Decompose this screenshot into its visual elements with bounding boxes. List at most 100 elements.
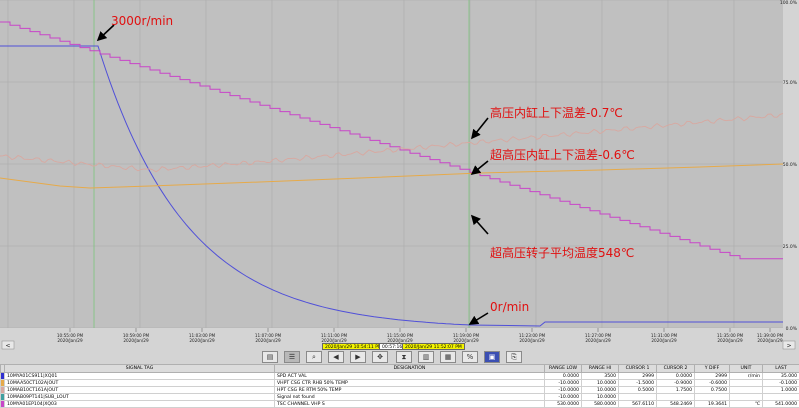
table-row[interactable]: 10MYA01EP104|XQ03TSC CHANNEL VHP S530.00… [1,401,799,408]
cell-last: 1.0000 [763,387,799,394]
cell-hi: 580.0000 [582,401,619,408]
cell-ydiff: 2999 [695,373,730,380]
stop-icon[interactable]: ⧗ [396,351,412,363]
cell-designation: VHPT CSG CTR RHB 50% TEMP [275,380,545,387]
cell-unit [730,387,763,394]
trend-chart: 100.0% 75.0% 50.0% 25.0% 0.0% 3000r/min 高压内缸上下… [0,0,799,350]
cell-ydiff: 0.7500 [695,387,730,394]
trend-viewer: 100.0% 75.0% 50.0% 25.0% 0.0% 3000r/min 高压内缸上下… [0,0,799,404]
signal-table: SIGNAL TAGDESIGNATIONRANGE LOWRANGE HICU… [0,364,799,408]
cell-designation: SPD ACT VAL [275,373,545,380]
cell-c1: -1.5000 [619,380,657,387]
scroll-right-label[interactable]: > [786,343,791,350]
cell-ydiff [695,394,730,401]
cell-designation: HPT CSG RE RTM 50% TEMP [275,387,545,394]
annotation-label-3: 超高压转子平均温度548℃ [490,245,634,260]
cell-low: 0.0000 [545,373,582,380]
column-header[interactable]: SIGNAL TAG [5,365,275,373]
date-tick-label: 2020/Jan/29 [757,338,783,343]
percent-tick-label: 0.0% [786,326,798,332]
cell-low: 530.0000 [545,401,582,408]
cell-designation: Signal not found [275,394,545,401]
zoom-icon[interactable]: ⌕ [306,351,322,363]
cell-low: -10.0000 [545,380,582,387]
table-header: SIGNAL TAGDESIGNATIONRANGE LOWRANGE HICU… [1,365,799,373]
cell-unit [730,380,763,387]
table-row[interactable]: 10MAA50CT102A|OUTVHPT CSG CTR RHB 50% TE… [1,380,799,387]
cell-hi: 3500 [582,373,619,380]
cell-c1: 2999 [619,373,657,380]
annotation-label-4: 0r/min [490,300,529,314]
column-header[interactable]: RANGE HI [582,365,619,373]
date-tick-label: 2020/Jan/29 [123,338,149,343]
cell-low: -10.0000 [545,394,582,401]
date-tick-label: 2020/Jan/29 [255,338,281,343]
cell-last: -0.1000 [763,380,799,387]
save-icon[interactable]: ▣ [484,351,500,363]
cell-c2: 548.2469 [657,401,695,408]
percent-tick-label: 75.0% [783,80,798,86]
cell-unit [730,394,763,401]
play-forward-icon[interactable]: ▶ [350,351,366,363]
cell-hi: 10.0000 [582,380,619,387]
list-icon[interactable]: ☰ [284,351,300,363]
cell-c2: 1.7500 [657,387,695,394]
date-tick-label: 2020/Jan/29 [189,338,215,343]
column-header[interactable]: UNIT [730,365,763,373]
date-tick-label: 2020/Jan/29 [717,338,743,343]
cell-ydiff: -0.6000 [695,380,730,387]
date-tick-label: 2020/Jan/29 [585,338,611,343]
table-row[interactable]: 10MAB10CT161A|OUTHPT CSG RE RTM 50% TEMP… [1,387,799,394]
cell-unit: r/min [730,373,763,380]
column-header[interactable]: Y DIFF [695,365,730,373]
scroll-left-button[interactable]: < [2,341,14,350]
column-header[interactable]: CURSOR 1 [619,365,657,373]
column-header[interactable]: CURSOR 2 [657,365,695,373]
cell-tag: 10MYA01EP104|XQ03 [5,401,275,408]
export-icon[interactable]: ⎘ [506,351,522,363]
percent-tick-label: 50.0% [783,162,798,168]
cell-c1: 0.5000 [619,387,657,394]
cell-c2 [657,394,695,401]
cell-tag: 10MAA50CT102A|OUT [5,380,275,387]
date-tick-label: 2020/Jan/29 [651,338,677,343]
percent-icon[interactable]: % [462,351,478,363]
cell-last: 541.0000 [763,401,799,408]
annotation-label-1: 高压内缸上下温差-0.7℃ [490,105,623,120]
cursor1-time-label: 2020/Jan/29 10:54:11 PM [322,343,385,350]
play-back-icon[interactable]: ◀ [328,351,344,363]
date-tick-label: 2020/Jan/29 [57,338,83,343]
cell-designation: TSC CHANNEL VHP S [275,401,545,408]
scroll-right-button[interactable]: > [783,341,795,350]
cell-last [763,394,799,401]
annotation-label-2: 超高压内缸上下温差-0.6℃ [490,147,635,162]
table-row[interactable]: 10MYA01CS911|XQ01SPD ACT VAL0.0000350029… [1,373,799,380]
cell-tag: 10MAB10CT161A|OUT [5,387,275,394]
column-header[interactable]: LAST [763,365,799,373]
cell-c2: -0.9000 [657,380,695,387]
date-tick-label: 2020/Jan/29 [519,338,545,343]
annotation-label-0: 3000r/min [111,14,173,28]
cell-c1: 567.6110 [619,401,657,408]
cursor2-time-label: 2020/Jan/29 11:52:07 PM [402,343,465,350]
cell-unit: ℃ [730,401,763,408]
table-row[interactable]: 10MAB09PT141|SUB_LOUTSignal not found-10… [1,394,799,401]
percent-tick-label: 25.0% [783,244,798,250]
cell-c1 [619,394,657,401]
cell-ydiff: 19.3641 [695,401,730,408]
percent-tick-label: 100.0% [780,0,798,6]
move-icon[interactable]: ✥ [372,351,388,363]
grid-icon[interactable]: ▦ [440,351,456,363]
book-icon[interactable]: ▤ [262,351,278,363]
cell-hi: 10.0000 [582,387,619,394]
cell-tag: 10MAB09PT141|SUB_LOUT [5,394,275,401]
cell-low: -10.0000 [545,387,582,394]
cell-tag: 10MYA01CS911|XQ01 [5,373,275,380]
cell-last: 35.000 [763,373,799,380]
column-header[interactable]: RANGE LOW [545,365,582,373]
cell-hi: 10.0000 [582,394,619,401]
column-header[interactable]: DESIGNATION [275,365,545,373]
cell-c2: 0.0000 [657,373,695,380]
ruler-icon[interactable]: ▥ [418,351,434,363]
scroll-left-label[interactable]: < [5,343,10,350]
